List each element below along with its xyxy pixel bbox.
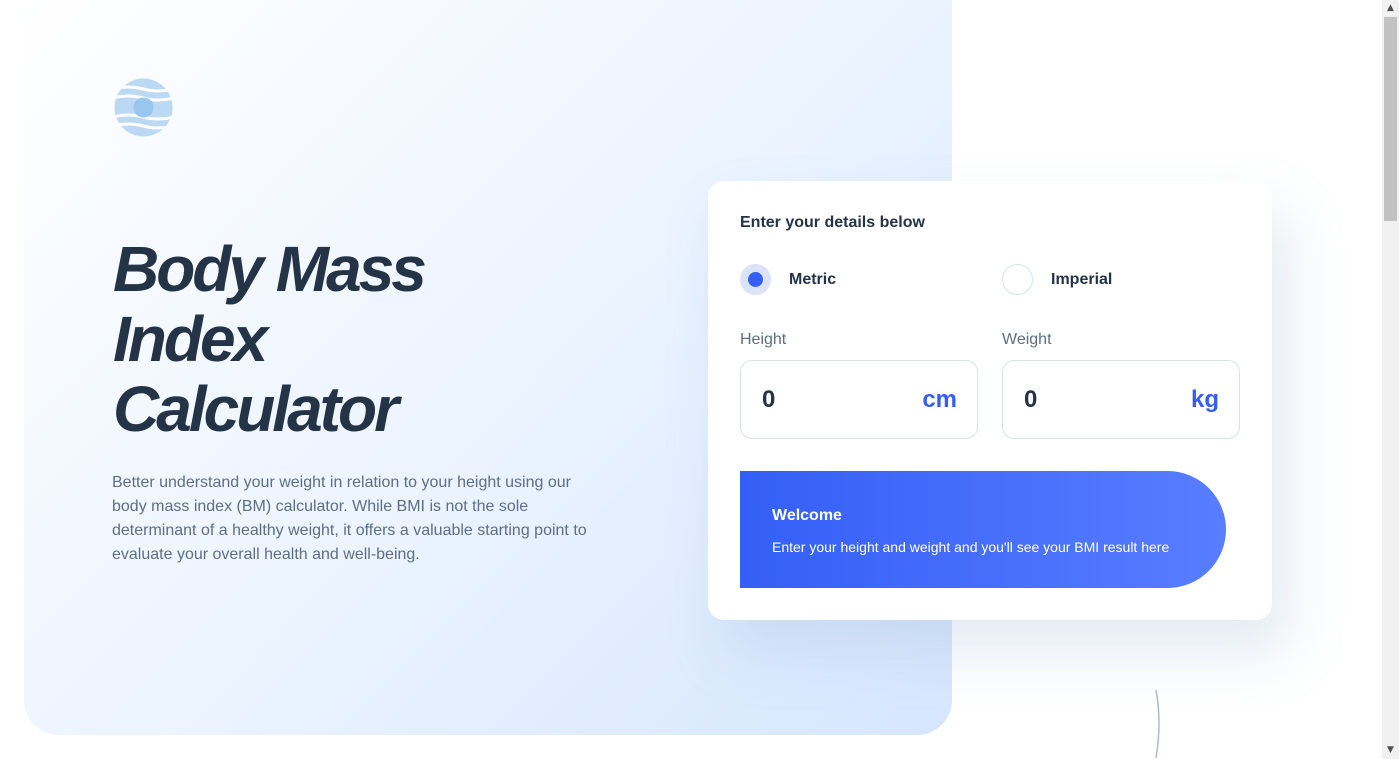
page: Body Mass Index Calculator Better unders… [0,0,1399,759]
page-title: Body Mass Index Calculator [113,234,633,444]
metric-option[interactable]: Metric [740,264,836,295]
height-unit: cm [922,385,957,413]
decorative-curve [1155,689,1160,759]
height-input[interactable] [762,385,882,414]
metric-label: Metric [789,270,837,288]
scrollbar-thumb[interactable] [1384,17,1397,221]
imperial-radio[interactable] [1002,264,1033,295]
height-label: Height [740,331,787,348]
title-line: Calculator [113,373,399,445]
weight-input[interactable] [1024,385,1144,414]
result-panel: Welcome Enter your height and weight and… [740,471,1226,588]
height-field[interactable]: cm [740,360,978,439]
chevron-down-icon[interactable]: ▼ [1382,742,1399,759]
logo-icon [113,77,174,138]
weight-label: Weight [1002,331,1052,348]
card-heading: Enter your details below [740,214,925,231]
imperial-option[interactable]: Imperial [1002,264,1112,295]
result-message: Enter your height and weight and you'll … [772,539,1170,555]
title-line: Body Mass [113,233,427,305]
result-title: Welcome [772,507,842,524]
title-line: Index [113,303,268,375]
weight-unit: kg [1190,385,1219,413]
chevron-up-icon[interactable]: ▲ [1382,0,1399,17]
imperial-label: Imperial [1051,270,1113,288]
metric-radio[interactable] [740,264,771,295]
weight-field[interactable]: kg [1002,360,1240,439]
vertical-scrollbar[interactable]: ▲ ▼ [1382,0,1399,759]
bmi-calculator-card: Enter your details below Metric Imperial… [708,181,1272,620]
hero-description: Better understand your weight in relatio… [112,474,587,563]
